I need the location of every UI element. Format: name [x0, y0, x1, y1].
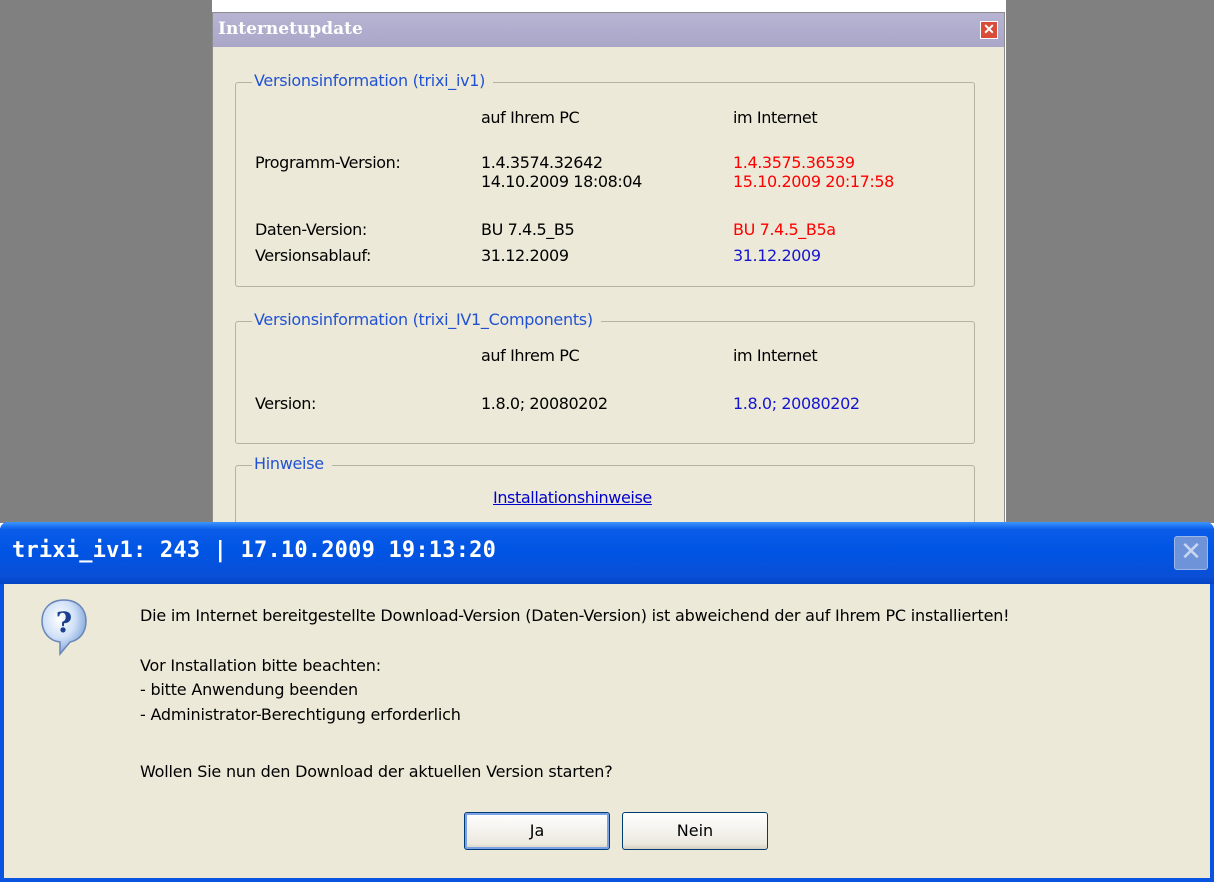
version-expiry-pc: 31.12.2009: [481, 246, 569, 265]
desktop-background-left: [0, 0, 212, 523]
message-line-1: Die im Internet bereitgestellte Download…: [140, 606, 1010, 625]
data-version-pc: BU 7.4.5_B5: [481, 220, 575, 239]
version-info-legend: Versionsinformation (trixi_iv1): [252, 71, 494, 90]
version-expiry-internet: 31.12.2009: [733, 246, 821, 265]
components-version-legend: Versionsinformation (trixi_IV1_Component…: [252, 310, 601, 329]
desktop-background-right: [1006, 0, 1214, 523]
yes-button[interactable]: Ja: [464, 812, 610, 850]
program-version-internet-date: 15.10.2009 20:17:58: [733, 172, 894, 191]
col-header-pc: auf Ihrem PC: [481, 108, 580, 127]
components-version-internet: 1.8.0; 20080202: [733, 394, 860, 413]
close-icon: ✕: [1180, 537, 1202, 567]
close-icon: ✕: [983, 21, 995, 37]
internetupdate-title: Internetupdate: [218, 19, 363, 39]
data-version-internet: BU 7.4.5_B5a: [733, 220, 836, 239]
components-col-header-internet: im Internet: [733, 346, 818, 365]
no-button[interactable]: Nein: [622, 812, 768, 850]
hints-legend: Hinweise: [252, 454, 332, 473]
version-info-group: Versionsinformation (trixi_iv1) auf Ihre…: [235, 71, 975, 287]
message-line-4: - Administrator-Berechtigung erforderlic…: [140, 705, 461, 724]
components-col-header-pc: auf Ihrem PC: [481, 346, 580, 365]
message-dialog-title: trixi_iv1: 243 | 17.10.2009 19:13:20: [12, 538, 497, 563]
components-version-pc: 1.8.0; 20080202: [481, 394, 608, 413]
program-version-pc: 1.4.3574.32642: [481, 153, 603, 172]
version-expiry-label: Versionsablauf:: [255, 246, 371, 265]
internetupdate-close-button[interactable]: ✕: [980, 21, 998, 39]
message-dialog-titlebar[interactable]: trixi_iv1: 243 | 17.10.2009 19:13:20 ✕: [0, 522, 1214, 584]
question-icon: ?: [41, 599, 87, 657]
message-line-3: - bitte Anwendung beenden: [140, 680, 358, 699]
program-version-label: Programm-Version:: [255, 153, 401, 172]
components-version-group: Versionsinformation (trixi_IV1_Component…: [235, 310, 975, 444]
program-version-internet: 1.4.3575.36539: [733, 153, 855, 172]
svg-text:?: ?: [56, 606, 72, 639]
program-version-pc-date: 14.10.2009 18:08:04: [481, 172, 642, 191]
message-dialog-close-button[interactable]: ✕: [1174, 536, 1208, 570]
message-dialog: trixi_iv1: 243 | 17.10.2009 19:13:20 ✕ ?…: [0, 522, 1214, 882]
installation-hints-link[interactable]: Installationshinweise: [493, 488, 652, 507]
message-line-5: Wollen Sie nun den Download der aktuelle…: [140, 762, 613, 781]
desktop: Internetupdate ✕ Versionsinformation (tr…: [0, 0, 1214, 882]
col-header-internet: im Internet: [733, 108, 818, 127]
internetupdate-titlebar[interactable]: Internetupdate ✕: [213, 13, 1004, 47]
data-version-label: Daten-Version:: [255, 220, 367, 239]
internetupdate-window: Internetupdate ✕ Versionsinformation (tr…: [212, 12, 1005, 575]
components-version-label: Version:: [255, 394, 317, 413]
message-line-2: Vor Installation bitte beachten:: [140, 656, 381, 675]
